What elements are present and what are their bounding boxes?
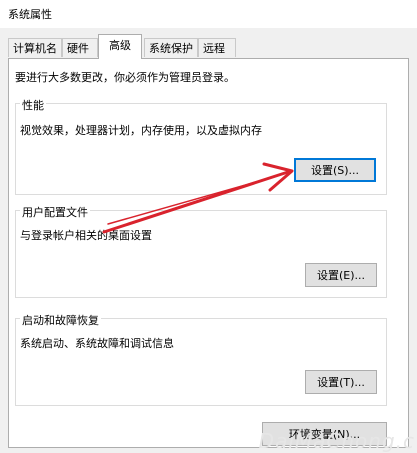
tab-system-protection[interactable]: 系统保护 <box>144 38 198 57</box>
startup-recovery-group-title: 启动和故障恢复 <box>20 312 101 328</box>
tab-computer-name[interactable]: 计算机名 <box>8 38 62 57</box>
tab-advanced[interactable]: 高级 <box>98 34 142 59</box>
startup-recovery-settings-button[interactable]: 设置(T)... <box>305 370 377 394</box>
user-profiles-description: 与登录帐户相关的桌面设置 <box>20 229 152 242</box>
title-bar: 系统属性 <box>0 0 417 28</box>
watermark: DaiMaChong.c <box>258 429 415 453</box>
user-profiles-group-title: 用户配置文件 <box>20 204 90 220</box>
performance-settings-button[interactable]: 设置(S)... <box>294 158 376 182</box>
tab-remote[interactable]: 远程 <box>198 38 236 57</box>
tab-hardware[interactable]: 硬件 <box>62 38 98 57</box>
window-title: 系统属性 <box>8 8 52 21</box>
user-profiles-settings-button[interactable]: 设置(E)... <box>305 263 377 287</box>
admin-note: 要进行大多数更改，你必须作为管理员登录。 <box>15 71 235 84</box>
performance-group-title: 性能 <box>20 97 46 113</box>
tab-strip: 计算机名 硬件 高级 系统保护 远程 <box>8 34 409 59</box>
startup-recovery-description: 系统启动、系统故障和调试信息 <box>20 337 174 350</box>
performance-description: 视觉效果，处理器计划，内存使用，以及虚拟内存 <box>20 124 262 137</box>
